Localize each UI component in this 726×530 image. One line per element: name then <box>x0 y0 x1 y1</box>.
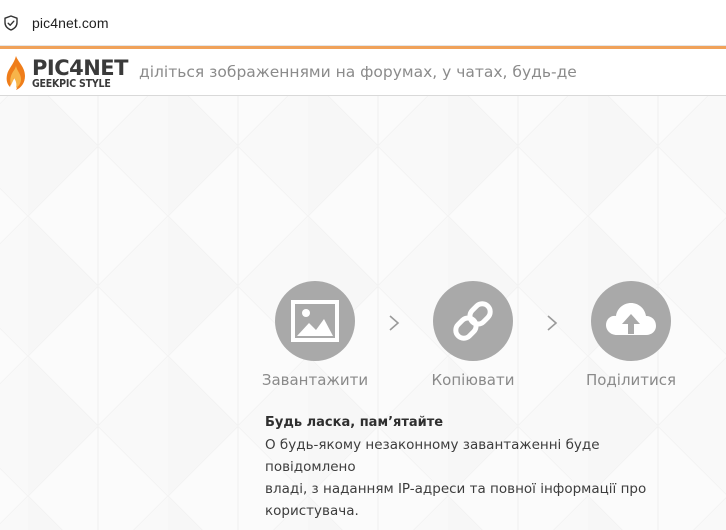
upload-step-circle[interactable] <box>275 281 355 361</box>
site-tagline: діліться зображеннями на форумах, у чата… <box>139 63 577 81</box>
logo-subtitle-text: GEEKPIC STYLE <box>32 78 111 90</box>
share-step-label: Поділитися <box>585 371 677 389</box>
image-icon <box>291 300 339 342</box>
site-header: PIC4NET GEEKPIC STYLE діліться зображенн… <box>0 49 726 96</box>
copy-step-label: Копіювати <box>431 371 515 389</box>
site-logo[interactable]: PIC4NET GEEKPIC STYLE <box>0 49 128 95</box>
chevron-right-icon <box>547 315 558 331</box>
legal-notice: Будь ласка, пам’ятайте О будь-якому неза… <box>265 412 685 522</box>
share-step-circle[interactable] <box>591 281 671 361</box>
shield-check-icon[interactable] <box>2 14 20 32</box>
flame-logo-icon <box>6 56 25 90</box>
main-content: Завантажити Копіювати Поділитися Будь ла… <box>0 96 726 530</box>
upload-step-label: Завантажити <box>261 371 369 389</box>
url-text[interactable]: pic4net.com <box>32 15 109 31</box>
notice-line: користувача. <box>265 503 359 519</box>
step-copy[interactable]: Копіювати <box>413 281 533 389</box>
page: pic4net.com PIC4NET GEEKPIC STYLE діліть… <box>0 0 726 530</box>
notice-title: Будь ласка, пам’ятайте <box>265 415 444 430</box>
cloud-upload-icon <box>606 303 656 335</box>
logo-brand-text: PIC4NET <box>32 56 128 80</box>
step-upload[interactable]: Завантажити <box>255 281 375 389</box>
chevron-right-icon <box>389 315 400 331</box>
step-share[interactable]: Поділитися <box>571 281 691 389</box>
notice-line: О будь-якому незаконному завантаженні бу… <box>265 437 600 475</box>
browser-address-bar: pic4net.com <box>0 0 726 46</box>
notice-line: владі, з наданням IP-адреси та повної ін… <box>265 481 647 497</box>
copy-step-circle[interactable] <box>433 281 513 361</box>
link-icon <box>453 301 493 341</box>
